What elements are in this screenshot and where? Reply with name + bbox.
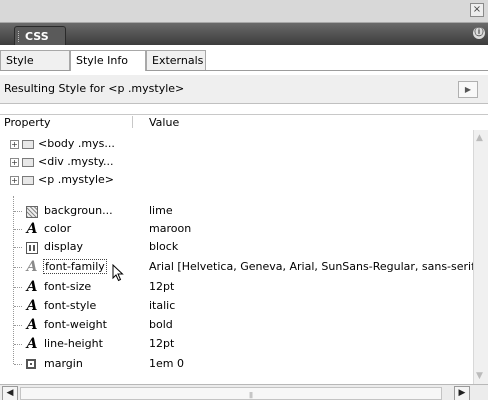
property-name: font-style [44,299,97,312]
property-row-font-style[interactable]: A font-style italic [0,297,474,315]
expand-icon[interactable]: + [10,158,19,167]
rule-label: <body .mys... [38,137,115,150]
text-property-icon: A [26,317,38,333]
column-header-property[interactable]: Property [4,116,51,129]
display-icon [26,242,38,254]
property-name: backgroun... [44,204,113,217]
tree-connector [14,267,22,268]
css-subtabs: Style Apply Style Info Externals [0,46,488,86]
resulting-style-bar: Resulting Style for <p .mystyle> ▶ [0,75,488,104]
scroll-right-icon[interactable]: ▶ [454,386,470,400]
panel-options-icon[interactable]: ⓘ [473,27,485,39]
property-row-background[interactable]: backgroun... lime [0,202,474,220]
column-divider[interactable] [132,116,133,128]
tab-style-apply[interactable]: Style Apply [0,50,70,86]
property-row-color[interactable]: A color maroon [0,220,474,238]
property-list: + <body .mys... + <div .mysty... + <p .m… [0,130,479,384]
css-panel-tab[interactable]: CSS [14,26,66,45]
folder-icon [22,176,34,185]
scroll-grip-icon: ||| [249,392,253,399]
rule-row[interactable]: + <p .mystyle> [0,171,474,189]
tree-connector [14,364,22,365]
scroll-down-icon[interactable]: ▼ [476,371,483,381]
tree-connector [14,287,22,288]
horizontal-scrollbar[interactable]: ◀ ||| ▶ [0,384,488,400]
property-row-line-height[interactable]: A line-height 12pt [0,335,474,353]
property-name: font-size [44,280,92,293]
property-table-header: Property Value [0,114,488,131]
rule-label: <p .mystyle> [38,173,115,186]
resulting-style-label: Resulting Style for <p .mystyle> [4,82,185,95]
rule-row[interactable]: + <div .mysty... [0,153,474,171]
scroll-left-icon[interactable]: ◀ [2,386,18,400]
folder-icon [22,140,34,149]
panel-title-bar: CSS ⓘ [0,23,488,45]
vertical-scrollbar[interactable]: ▲ ▼ [473,130,488,384]
property-value[interactable]: 12pt [149,337,174,350]
play-arrow-button[interactable]: ▶ [458,81,478,98]
property-row-font-size[interactable]: A font-size 12pt [0,278,474,296]
expand-icon[interactable]: + [10,140,19,149]
window-top-bar: × [0,0,488,23]
property-value[interactable]: Arial [Helvetica, Geneva, Arial, SunSans… [149,260,479,273]
property-name: font-weight [44,318,107,331]
property-value[interactable]: lime [149,204,173,217]
property-row-font-family[interactable]: A font-family Arial [Helvetica, Geneva, … [0,258,479,282]
text-property-icon: A [26,279,38,295]
property-value[interactable]: bold [149,318,173,331]
property-value[interactable]: italic [149,299,175,312]
column-header-value[interactable]: Value [149,116,179,129]
text-property-icon: A [26,336,38,352]
tree-connector [14,344,22,345]
grip-icon[interactable] [18,31,22,42]
tree-connector [14,247,22,248]
tree-connector [14,229,22,230]
text-property-icon: A [26,259,38,275]
property-name: line-height [44,337,103,350]
property-row-margin[interactable]: margin 1em 0 [0,355,474,373]
property-value[interactable]: 12pt [149,280,174,293]
property-row-display[interactable]: display block [0,238,474,256]
margin-icon [26,359,36,369]
css-panel-tab-label: CSS [25,30,49,43]
text-property-icon: A [26,221,38,237]
property-row-font-weight[interactable]: A font-weight bold [0,316,474,334]
property-value[interactable]: 1em 0 [149,357,184,370]
tree-connector [14,325,22,326]
close-icon[interactable]: × [470,3,484,17]
rule-label: <div .mysty... [38,155,114,168]
property-name: display [44,240,84,253]
horizontal-scroll-thumb[interactable]: ||| [20,387,442,400]
property-value[interactable]: block [149,240,178,253]
css-panel-window: × CSS ⓘ Style Apply Style Info Externals… [0,0,488,400]
expand-icon[interactable]: + [10,176,19,185]
folder-icon [22,158,34,167]
rule-row[interactable]: + <body .mys... [0,135,474,153]
tree-connector [14,306,22,307]
tab-style-info[interactable]: Style Info [70,50,146,71]
property-name: color [44,222,72,235]
property-name: font-family [43,259,107,274]
text-property-icon: A [26,298,38,314]
property-value[interactable]: maroon [149,222,191,235]
tab-externals[interactable]: Externals [146,50,206,70]
property-name: margin [44,357,83,370]
tree-connector [14,211,22,212]
background-icon [26,206,38,218]
scroll-up-icon[interactable]: ▲ [476,133,483,143]
